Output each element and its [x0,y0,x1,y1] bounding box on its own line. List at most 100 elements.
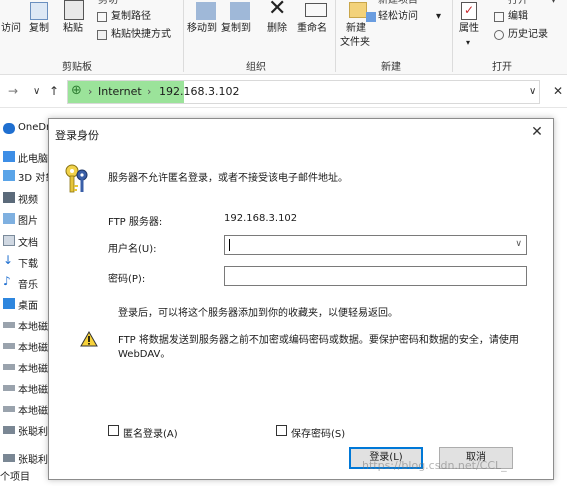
open-group-label: 打开 [492,62,512,73]
username-combobox[interactable]: ∨ [224,235,527,255]
organize-group-label: 组织 [246,62,266,73]
address-dropdown-icon[interactable]: ∨ [529,86,536,97]
desktop-icon [3,298,15,309]
delete-button[interactable]: 删除 [267,22,287,36]
easy-access-button[interactable]: 轻松访问 [378,10,418,24]
sidebar-item-onedrive[interactable]: OneDrive [0,119,50,139]
chevron-down-icon[interactable]: ▾ [436,10,441,24]
edit-button[interactable]: 编辑 [508,10,528,24]
sidebar-item-desktop[interactable]: 桌面 [0,294,50,314]
history-button[interactable]: 历史记录 [508,28,548,42]
address-bar[interactable]: ⊕ › Internet › 192.168.3.102 [67,80,540,104]
security-warning-line2: WebDAV。 [118,349,171,360]
anonymous-login-checkbox[interactable] [108,425,119,436]
document-icon [3,235,15,246]
new-group-label: 新建 [381,62,401,73]
close-icon[interactable]: ✕ [529,124,545,140]
properties-icon: ✓ [461,2,477,20]
sidebar-item-this-pc[interactable]: 此电脑 [0,147,50,167]
globe-icon: ⊕ [71,83,82,98]
chevron-down-icon[interactable]: ▾ [466,36,470,50]
computer-icon [3,151,15,162]
warning-icon [80,331,98,347]
rename-icon [305,3,327,17]
password-field[interactable] [224,266,527,286]
ftp-server-label: FTP 服务器: [108,217,163,228]
save-password-checkbox[interactable] [276,425,287,436]
dialog-message: 服务器不允许匿名登录，或者不接受该电子邮件地址。 [108,173,348,184]
address-segment-internet[interactable]: Internet [98,85,142,98]
sidebar-item-drive[interactable]: 本地磁盘 [0,399,50,419]
key-icon [65,164,88,193]
dialog-title: 登录身份 [55,129,99,142]
text-caret [229,239,230,251]
chevron-right-icon: › [88,85,93,98]
sidebar-item-music[interactable]: ♪ 音乐 [0,273,50,293]
copy-icon [30,2,48,20]
sidebar-item-drive[interactable]: 本地磁盘 [0,336,50,356]
ribbon-divider [335,0,336,72]
copy-to-icon [230,2,250,20]
download-arrow-icon: ↓ [3,253,14,267]
sidebar-item-network-share[interactable]: 张聪利 [0,448,50,468]
up-arrow-icon[interactable]: ↑ [49,84,59,98]
address-segment-host[interactable]: 192.168.3.102 [159,85,239,98]
sidebar-item-drive[interactable]: 本地磁盘 [0,357,50,377]
chevron-right-icon: › [147,85,152,98]
status-bar: 个项目 [0,466,48,486]
ftp-server-value: 192.168.3.102 [224,213,298,224]
save-password-label[interactable]: 保存密码(S) [291,425,345,440]
copy-path-button[interactable]: 复制路径 [111,10,151,24]
drive-icon [3,385,15,391]
rename-button[interactable]: 重命名 [297,22,327,36]
drive-icon [3,322,15,328]
clipboard-group-label: 剪贴板 [62,62,92,73]
access-button-label[interactable]: 访问 [1,22,21,36]
security-warning-line1: FTP 将数据发送到服务器之前不加密或编码密码或数据。要保护密码和数据的安全，请… [118,335,519,346]
forward-arrow-icon[interactable]: → [8,84,18,98]
sidebar-item-drive[interactable]: 本地磁盘 [0,378,50,398]
chevron-down-icon[interactable]: ∨ [515,239,522,249]
copy-to-button[interactable]: 复制到 [221,22,251,36]
properties-button[interactable]: 属性 [459,22,479,36]
picture-icon [3,213,15,224]
sidebar-item-downloads[interactable]: ↓ 下载 [0,252,50,272]
cut-button[interactable]: 剪切 [98,0,118,8]
video-icon [3,192,15,203]
copy-button[interactable]: 复制 [29,22,49,36]
address-row: → ∨ ↑ ⊕ › Internet › 192.168.3.102 ∨ ✕ [0,76,567,108]
navigation-pane: OneDrive 此电脑 3D 对象 视频 图片 文档 ↓下载 ♪音乐 桌面 本… [0,109,50,486]
chevron-down-icon[interactable]: ▾ [551,0,556,8]
move-to-icon [196,2,216,20]
login-dialog: 登录身份 ✕ 服务器不允许匿名登录，或者不接受该电子邮件地址。 FTP 服务器:… [48,118,554,480]
sidebar-item-pictures[interactable]: 图片 [0,209,50,229]
paste-icon [64,0,84,20]
open-button[interactable]: 打开 [508,0,528,8]
drive-icon [3,364,15,370]
anonymous-login-label[interactable]: 匿名登录(A) [123,425,178,440]
paste-shortcut-button[interactable]: 粘贴快捷方式 [111,28,171,42]
sidebar-item-3d-objects[interactable]: 3D 对象 [0,166,50,186]
network-drive-icon [3,454,15,462]
copy-path-icon [97,12,107,22]
sidebar-item-documents[interactable]: 文档 [0,231,50,251]
paste-button[interactable]: 粘贴 [63,22,83,36]
sidebar-item-videos[interactable]: 视频 [0,188,50,208]
recent-locations-icon[interactable]: ∨ [33,86,40,97]
cloud-icon [3,123,15,134]
cube-icon [3,170,15,181]
music-note-icon: ♪ [3,274,11,288]
new-folder-button-line2: 文件夹 [340,37,370,48]
new-item-button[interactable]: 新建项目 [378,0,418,8]
ribbon-divider [452,0,453,72]
new-folder-icon [349,2,367,18]
login-info-text: 登录后，可以将这个服务器添加到你的收藏夹，以便轻易返回。 [118,308,398,319]
move-to-button[interactable]: 移动到 [187,22,217,36]
delete-icon: ✕ [268,0,287,21]
sidebar-item-drive[interactable]: 本地磁盘 [0,315,50,335]
sidebar-item-network-share[interactable]: 张聪利 [0,420,50,440]
new-folder-button[interactable]: 新建 [346,22,366,36]
paste-shortcut-icon [97,30,107,40]
network-drive-icon [3,426,15,434]
close-icon[interactable]: ✕ [553,84,563,98]
